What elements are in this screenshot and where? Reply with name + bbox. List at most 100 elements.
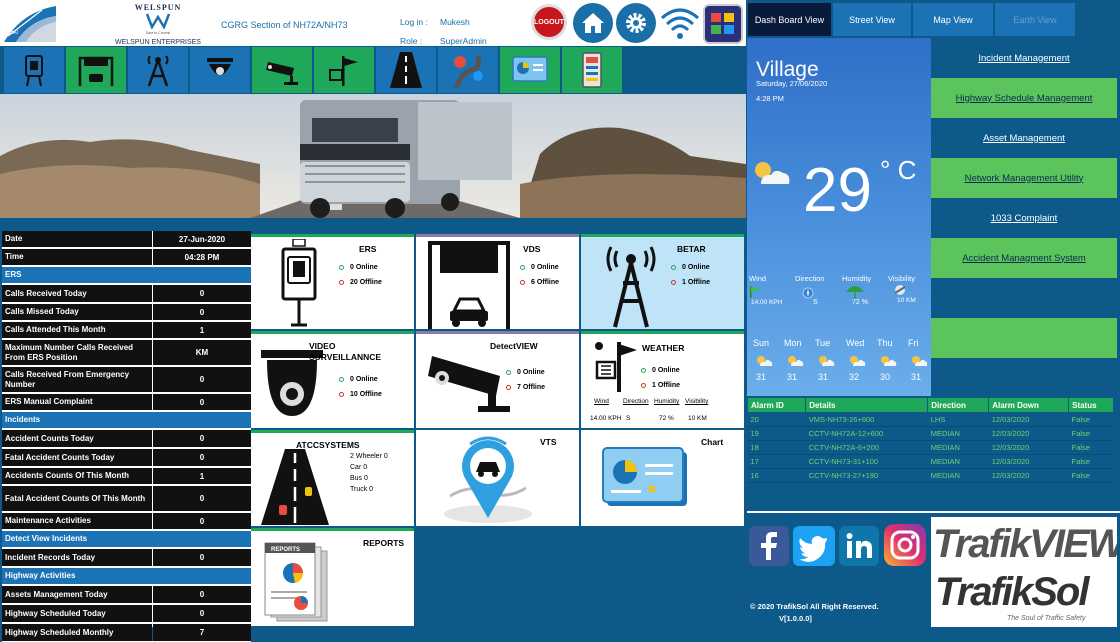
vehicle-detection-icon: [78, 56, 114, 86]
table-row-label: Highway Scheduled Today: [2, 605, 152, 622]
forecast-temp: 31: [787, 372, 798, 382]
ers-offline-text: 20 Offline: [350, 279, 382, 286]
role-value: SuperAdmin: [440, 36, 487, 46]
highway-logo: NHAI: [4, 6, 56, 42]
weather-online-text: 0 Online: [652, 367, 680, 374]
road-icon: [390, 52, 422, 88]
alarm-row[interactable]: 16 CCTV-NH73-27+190 MEDIAN 12/03/2020 False: [747, 468, 1114, 483]
table-row: Calls Attended This Month 1: [2, 322, 251, 339]
alarm-column-header[interactable]: Details: [805, 397, 929, 413]
atcc-bus: Bus 0: [350, 475, 368, 482]
forecast-temp: 32: [849, 372, 860, 382]
weather-direction-value: S: [626, 415, 631, 422]
direction-label: Direction: [795, 274, 825, 283]
alarm-row[interactable]: 18 CCTV-NH72A-6+200 MEDIAN 12/03/2020 False: [747, 440, 1114, 455]
ers-title: ERS: [359, 244, 377, 254]
module-chart-button[interactable]: [500, 47, 560, 93]
module-weather-button[interactable]: [314, 47, 374, 93]
settings-button[interactable]: [616, 3, 656, 43]
module-detect-button[interactable]: [252, 47, 312, 93]
tile-betar[interactable]: BETAR 0 Online 1 Offline: [581, 234, 744, 329]
alarm-column-header[interactable]: Status: [1068, 397, 1114, 413]
tile-vds[interactable]: VDS 0 Online 6 Offline: [416, 234, 579, 329]
alarm-cell: 18: [747, 440, 806, 455]
module-betar-button[interactable]: [128, 47, 188, 93]
dashboard-grid-button[interactable]: [703, 4, 743, 44]
wifi-icon[interactable]: [658, 4, 702, 42]
module-atcc-button[interactable]: [376, 47, 436, 93]
alarm-cell: VMS-NH73-26+600: [805, 412, 928, 427]
header: NHAI WELSPUN Dare to Commit WELSPUN ENTE…: [0, 0, 746, 53]
tile-detectview[interactable]: DetectVIEW 0 Online 7 Offline: [416, 331, 579, 428]
alarm-row[interactable]: 19 CCTV-NH72A-12+600 MEDIAN 12/03/2020 False: [747, 426, 1114, 441]
home-button[interactable]: [573, 3, 613, 43]
nav-item[interactable]: Network Management Utility: [931, 158, 1117, 198]
trafiksol-slogan: The Soul of Traffic Safety: [1007, 615, 1086, 622]
table-row: Date 27-Jun-2020: [2, 231, 251, 248]
tab-map-view[interactable]: Map View: [913, 3, 993, 36]
tile-vts[interactable]: VTS: [416, 430, 579, 526]
reports-title: REPORTS: [363, 538, 405, 548]
weather-wind-value: 14.00 KPH: [590, 415, 622, 422]
tile-reports[interactable]: REPORTS REPORTS: [251, 528, 414, 626]
module-ers-button[interactable]: [4, 47, 64, 93]
tile-chart[interactable]: Chart: [581, 430, 744, 526]
module-video-button[interactable]: [190, 47, 250, 93]
atcc-title: ATCCSYSTEMS: [296, 440, 360, 450]
section-title: CGRG Section of NH72A/NH73: [221, 20, 348, 30]
tile-weather[interactable]: WEATHER 0 Online 1 Offline Wind Directio…: [581, 331, 744, 428]
table-row-label: Accidents Counts Of This Month: [2, 468, 152, 484]
betar-offline-text: 1 Offline: [682, 279, 711, 286]
table-row-value: 0: [153, 513, 251, 529]
logout-button[interactable]: LOGOUT: [531, 4, 567, 40]
alarm-cell: MEDIAN: [927, 440, 989, 455]
nav-item[interactable]: Asset Management: [931, 118, 1117, 158]
vts-title: VTS: [540, 437, 557, 447]
alarm-row[interactable]: 17 CCTV-NH73-31+100 MEDIAN 12/03/2020 False: [747, 454, 1114, 469]
alarm-column-header[interactable]: Alarm Down: [988, 397, 1070, 413]
partly-cloudy-icon: [757, 356, 773, 366]
atcc-truck: Truck 0: [350, 486, 374, 493]
wind-value: 14.00 KPH: [751, 299, 783, 306]
weather-station-icon: [329, 56, 358, 86]
instagram-icon[interactable]: [884, 524, 926, 566]
chart-icon: [512, 56, 548, 82]
linkedin-icon[interactable]: [839, 526, 879, 566]
twitter-icon[interactable]: [793, 526, 835, 566]
alarm-column-header[interactable]: Direction: [927, 397, 990, 413]
tile-ers[interactable]: ERS 0 Online 20 Offline: [251, 234, 414, 329]
tile-video-surveillance[interactable]: VIDEO SURVEILLANNCE 0 Online 10 Offline: [251, 331, 414, 428]
weather-title: WEATHER: [642, 343, 685, 353]
nav-item[interactable]: Highway Schedule Management: [931, 78, 1117, 118]
tile-atcc[interactable]: ATCCSYSTEMS 2 Wheeler 0 Car 0 Bus 0 Truc…: [251, 430, 414, 526]
table-row: Assets Management Today 0: [2, 586, 251, 604]
table-row-label: Highway Scheduled Monthly: [2, 624, 152, 641]
table-section-header: Detect View Incidents: [2, 531, 251, 548]
module-vts-button[interactable]: [438, 47, 498, 93]
facebook-icon[interactable]: [749, 526, 789, 566]
tab-street-view[interactable]: Street View: [833, 3, 911, 36]
offline-dot-icon: [641, 383, 646, 388]
alarm-cell: 17: [747, 454, 806, 469]
weather-time: 4:28 PM: [756, 94, 784, 103]
vehicle-detection-icon: [428, 241, 510, 329]
forecast-temp: 31: [911, 372, 922, 382]
ers-online: 0 Online: [339, 264, 378, 271]
nav-item[interactable]: 1033 Complaint: [931, 198, 1117, 238]
tab-dashboard-view[interactable]: Dash Board View: [748, 3, 831, 36]
nav-item[interactable]: Incident Management: [931, 38, 1117, 78]
table-row: ERS Manual Complaint 0: [2, 394, 251, 411]
wind-label: Wind: [749, 274, 767, 283]
cctv-icon: [428, 356, 510, 412]
alarm-cell: MEDIAN: [927, 468, 989, 483]
svg-text:NHAI: NHAI: [6, 30, 18, 36]
nav-item[interactable]: Accident Managment System: [931, 238, 1117, 278]
module-vds-button[interactable]: [66, 47, 126, 93]
alarm-row[interactable]: 20 VMS-NH73-26+600 LHS 12/03/2020 False: [747, 412, 1114, 427]
alarm-column-header[interactable]: Alarm ID: [746, 397, 807, 413]
module-device-button[interactable]: [562, 47, 622, 93]
reports-doc-title: REPORTS: [271, 547, 300, 553]
brand-name: WELSPUN: [134, 3, 182, 12]
vds-offline: 6 Offline: [520, 279, 559, 286]
atcc-two-wheeler: 2 Wheeler 0: [350, 453, 388, 460]
